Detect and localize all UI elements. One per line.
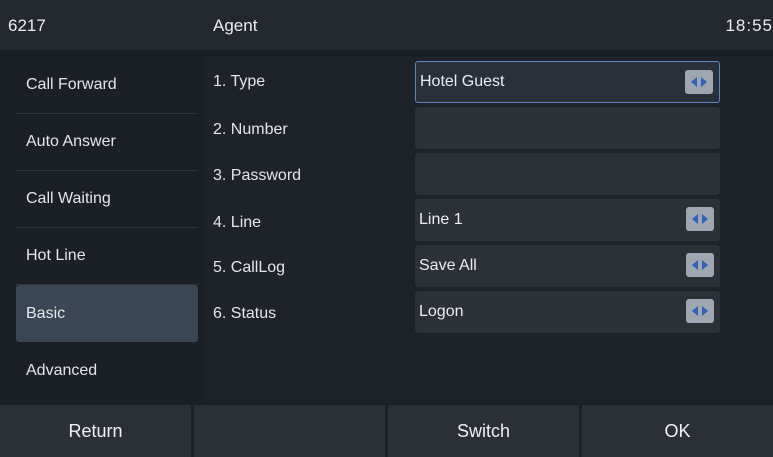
- phone-screen: 6217 Agent 18:55 Call Forward Auto Answe…: [0, 0, 773, 457]
- left-right-arrows-icon[interactable]: [686, 253, 714, 277]
- type-label: 1. Type: [213, 73, 266, 90]
- menu-item-auto-answer[interactable]: Auto Answer: [16, 114, 198, 171]
- line-value: Line 1: [419, 211, 463, 228]
- menu-item-call-forward[interactable]: Call Forward: [16, 57, 198, 114]
- left-right-arrows-icon[interactable]: [686, 207, 714, 231]
- calllog-selector[interactable]: Save All: [415, 245, 720, 287]
- status-bar: 6217 Agent 18:55: [0, 0, 773, 50]
- switch-button[interactable]: Switch: [388, 405, 579, 457]
- status-selector[interactable]: Logon: [415, 291, 720, 333]
- line-selector[interactable]: Line 1: [415, 199, 720, 241]
- type-value: Hotel Guest: [420, 73, 505, 90]
- line-label: 4. Line: [213, 214, 262, 231]
- number-label: 2. Number: [213, 121, 288, 138]
- settings-menu: Call Forward Auto Answer Call Waiting Ho…: [16, 57, 198, 399]
- extension-number: 6217: [8, 16, 46, 35]
- password-label: 3. Password: [213, 167, 302, 184]
- empty-softkey[interactable]: [194, 405, 385, 457]
- status-value: Logon: [419, 303, 464, 320]
- ok-button[interactable]: OK: [582, 405, 773, 457]
- number-input[interactable]: [415, 107, 720, 149]
- menu-item-call-waiting[interactable]: Call Waiting: [16, 171, 198, 228]
- menu-item-hot-line[interactable]: Hot Line: [16, 228, 198, 285]
- menu-item-advanced[interactable]: Advanced: [16, 342, 198, 399]
- clock: 18:55: [725, 16, 773, 35]
- password-input[interactable]: [415, 153, 720, 195]
- calllog-value: Save All: [419, 257, 477, 274]
- softkey-bar: Return Switch OK: [0, 405, 773, 457]
- status-label: 6. Status: [213, 305, 277, 322]
- return-button[interactable]: Return: [0, 405, 191, 457]
- type-selector[interactable]: Hotel Guest: [415, 61, 720, 103]
- menu-item-basic[interactable]: Basic: [16, 285, 198, 342]
- left-right-arrows-icon[interactable]: [686, 299, 714, 323]
- calllog-label: 5. CallLog: [213, 259, 286, 276]
- left-right-arrows-icon[interactable]: [685, 70, 713, 94]
- page-title: Agent: [213, 16, 258, 35]
